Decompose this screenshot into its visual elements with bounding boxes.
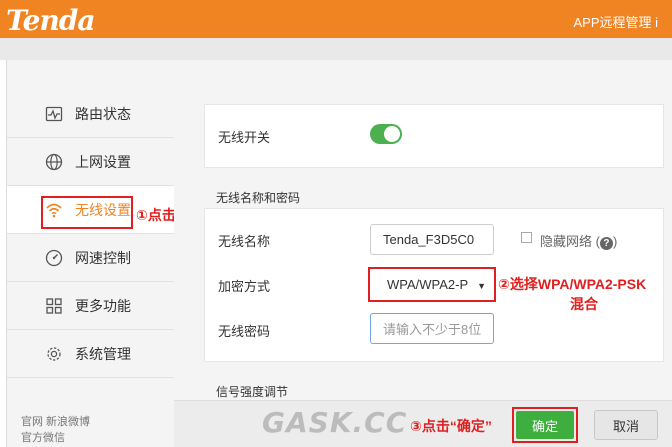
encryption-select-value: WPA/WPA2-P	[387, 277, 469, 292]
hide-network: 隐藏网络 (?)	[540, 234, 618, 250]
sidebar-item-internet-settings[interactable]: 上网设置	[7, 138, 175, 186]
password-label: 无线密码	[218, 324, 271, 339]
highlight-box-ok: 确定	[512, 407, 578, 443]
chevron-down-icon: ▼	[477, 281, 486, 291]
gear-icon	[45, 345, 63, 363]
sidebar-item-router-status[interactable]: 路由状态	[7, 90, 175, 138]
sidebar-item-label: 网速控制	[75, 249, 131, 266]
annotation-step2-line2: 混合	[570, 296, 598, 312]
sidebar-item-speed-control[interactable]: 网速控制	[7, 234, 175, 282]
sidebar-item-label: 上网设置	[75, 153, 131, 170]
encryption-select[interactable]: WPA/WPA2-P ▼	[368, 267, 496, 302]
sidebar-item-label: 更多功能	[75, 297, 131, 314]
watermark: GASK.CC	[262, 406, 408, 439]
hide-network-checkbox[interactable]	[521, 232, 532, 243]
annotation-step3: ③点击“确定”	[410, 418, 492, 434]
globe-icon	[45, 153, 63, 171]
password-input[interactable]: 请输入不少于8位	[370, 313, 494, 344]
highlight-box-wireless	[41, 196, 133, 229]
ssid-password-section-title: 无线名称和密码	[216, 191, 301, 205]
sidebar-item-label: 系统管理	[75, 345, 131, 362]
sidebar-item-system-management[interactable]: 系统管理	[7, 330, 175, 378]
encryption-label: 加密方式	[218, 279, 271, 294]
help-icon[interactable]: ?	[599, 237, 613, 250]
annotation-step1: ①点击	[136, 207, 176, 223]
sidebar-item-more-features[interactable]: 更多功能	[7, 282, 175, 330]
hide-network-label: 隐藏网络	[540, 234, 593, 249]
wireless-switch-toggle[interactable]	[370, 124, 402, 144]
sidebar-item-label: 路由状态	[75, 105, 131, 122]
sub-bar	[0, 38, 672, 60]
app-remote-link[interactable]: APP远程管理 i	[573, 12, 658, 31]
toggle-knob	[384, 126, 400, 142]
signal-strength-section-title: 信号强度调节	[216, 385, 289, 399]
wireless-switch-label: 无线开关	[218, 130, 271, 145]
sidebar-footer-links: 官网 新浪微博 官方微信	[21, 414, 90, 446]
ssid-label: 无线名称	[218, 234, 271, 249]
grid-icon	[45, 297, 63, 315]
footer-links-line2[interactable]: 官方微信	[21, 430, 90, 446]
wireless-switch-panel	[204, 104, 664, 168]
annotation-step2: ②选择WPA/WPA2-PSK	[498, 276, 647, 292]
speedometer-icon	[45, 249, 63, 267]
top-bar: Tenda APP远程管理 i	[0, 0, 672, 38]
footer-links-line1[interactable]: 官网 新浪微博	[21, 414, 90, 430]
ok-button[interactable]: 确定	[516, 411, 574, 439]
cancel-button[interactable]: 取消	[594, 410, 658, 440]
ssid-input[interactable]: Tenda_F3D5C0	[370, 224, 494, 255]
pulse-icon	[45, 105, 63, 123]
sidebar: 路由状态 上网设置 无线设置 网速控制 更多功能 系统管理	[6, 60, 175, 447]
tenda-logo[interactable]: Tenda	[6, 4, 96, 37]
